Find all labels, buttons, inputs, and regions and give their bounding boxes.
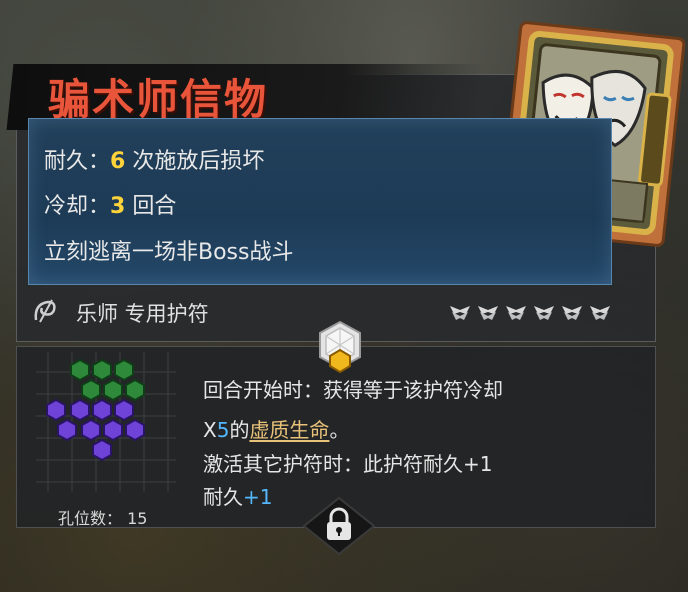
cooldown-suffix: 回合 bbox=[132, 194, 177, 219]
socket-count-label: 孔位数： bbox=[58, 509, 123, 528]
durability-line: 耐久：6 次施放后损坏 bbox=[44, 143, 264, 175]
socket-count: 孔位数： 15 bbox=[58, 505, 147, 529]
winged-rank-icon bbox=[448, 300, 472, 326]
cooldown-value: 3 bbox=[110, 194, 126, 219]
detail-line-2: X5的虚质生命。 bbox=[203, 414, 349, 443]
winged-rank-icon bbox=[588, 300, 612, 326]
detail-line-2-prefix: X bbox=[203, 418, 217, 442]
keyword-link[interactable]: 虚质生命 bbox=[249, 418, 329, 442]
durability-suffix: 次施放后损坏 bbox=[132, 149, 265, 174]
winged-rank-icon bbox=[532, 300, 556, 326]
bard-class-icon bbox=[30, 296, 60, 330]
detail-line-2-mid: 的 bbox=[229, 418, 250, 442]
durability-bonus: +1 bbox=[243, 485, 273, 509]
detail-line-3: 激活其它护符时：此护符耐久+1 bbox=[203, 452, 493, 476]
detail-line-2-end: 。 bbox=[329, 418, 350, 442]
winged-rank-icon bbox=[476, 300, 500, 326]
durability-label: 耐久： bbox=[44, 149, 111, 174]
effect-line: 立刻逃离一场非Boss战斗 bbox=[44, 240, 294, 265]
detail-line-4: 耐久+1 bbox=[203, 481, 272, 510]
detail-line-1: 回合开始时：获得等于该护符冷却 bbox=[203, 378, 503, 402]
gem-socket-icon[interactable] bbox=[316, 320, 364, 378]
rarity-rank bbox=[448, 300, 612, 326]
detail-line-4-prefix: 耐久 bbox=[203, 485, 243, 509]
owner-label: 乐师 专用护符 bbox=[76, 302, 209, 326]
socket-count-value: 15 bbox=[127, 509, 148, 528]
winged-rank-icon bbox=[504, 300, 528, 326]
winged-rank-icon bbox=[560, 300, 584, 326]
socket-grid bbox=[36, 352, 176, 496]
owner-row: 乐师 专用护符 bbox=[30, 296, 209, 330]
cooldown-line: 冷却：3 回合 bbox=[44, 188, 176, 220]
lock-button[interactable] bbox=[300, 496, 378, 560]
cooldown-label: 冷却： bbox=[44, 194, 111, 219]
durability-value: 6 bbox=[110, 149, 126, 174]
multiplier-value: 5 bbox=[216, 418, 230, 442]
